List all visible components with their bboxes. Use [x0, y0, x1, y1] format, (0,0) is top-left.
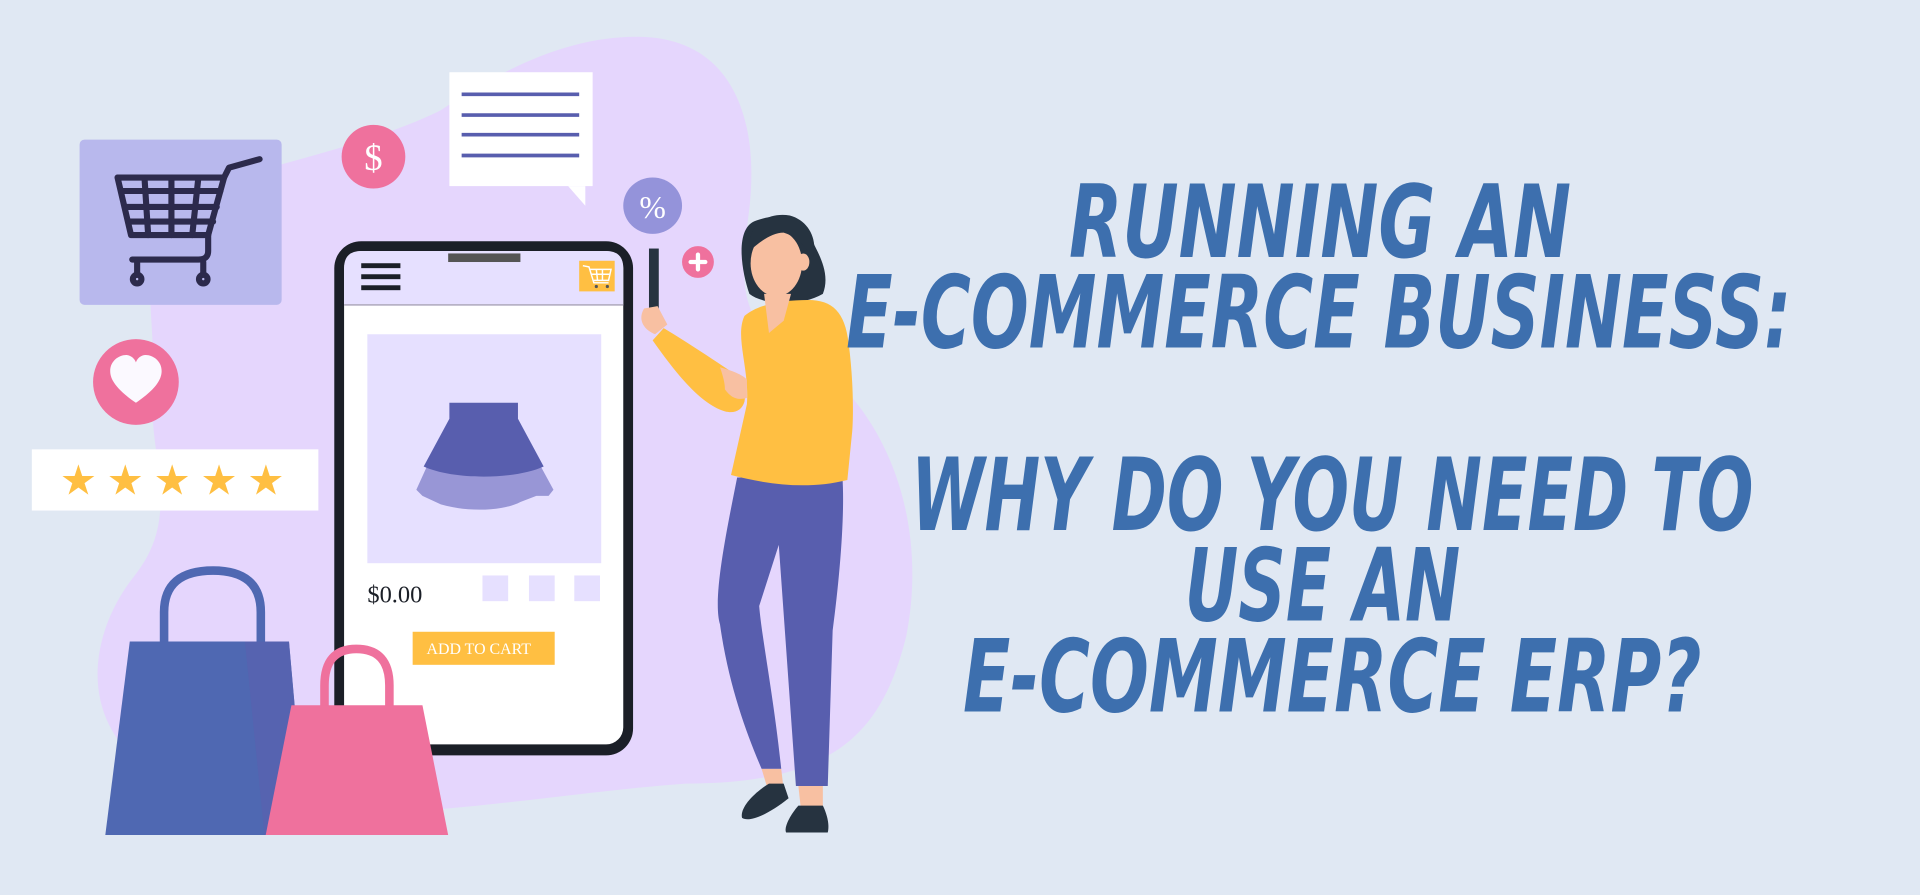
- hamburger-menu-icon[interactable]: [361, 263, 401, 291]
- variant-swatch[interactable]: [482, 575, 509, 602]
- smartphone-mockup: $0.00 ADD TO CART: [334, 241, 634, 756]
- star-icon: ★: [200, 456, 237, 505]
- plus-badge: [682, 246, 714, 278]
- star-rating: ★ ★ ★ ★ ★: [60, 456, 285, 505]
- product-image[interactable]: [367, 334, 602, 564]
- percent-icon: %: [639, 190, 666, 225]
- document-card: [449, 72, 593, 206]
- star-icon: ★: [107, 456, 144, 505]
- headline-line-6: E-COMMERCE ERP?: [963, 618, 1701, 735]
- star-icon: ★: [247, 456, 284, 505]
- add-to-cart-label: ADD TO CART: [427, 641, 532, 658]
- star-icon: ★: [60, 456, 97, 505]
- headline-line-2: E-COMMERCE BUSINESS:: [846, 255, 1791, 372]
- cart-button[interactable]: [579, 260, 615, 292]
- variant-swatch[interactable]: [574, 575, 600, 602]
- add-to-cart-button[interactable]: ADD TO CART: [412, 631, 555, 665]
- heart-bubble: [93, 339, 179, 425]
- dollar-badge: $: [341, 124, 406, 189]
- illustration-scene: ★ ★ ★ ★ ★ $ % $0.00 ADD TO CART RUNNING …: [0, 0, 1920, 895]
- phone-speaker: [448, 253, 521, 263]
- variant-swatch[interactable]: [528, 575, 555, 602]
- percent-badge: %: [623, 177, 683, 234]
- product-price: $0.00: [367, 581, 422, 608]
- dollar-icon: $: [364, 137, 382, 178]
- hero-banner: ★ ★ ★ ★ ★ $ % $0.00 ADD TO CART RUNNING …: [0, 0, 1920, 895]
- shopping-cart-card: [79, 139, 282, 305]
- star-icon: ★: [153, 456, 190, 505]
- star-rating-card: ★ ★ ★ ★ ★: [31, 449, 319, 511]
- variant-swatches: [482, 575, 600, 602]
